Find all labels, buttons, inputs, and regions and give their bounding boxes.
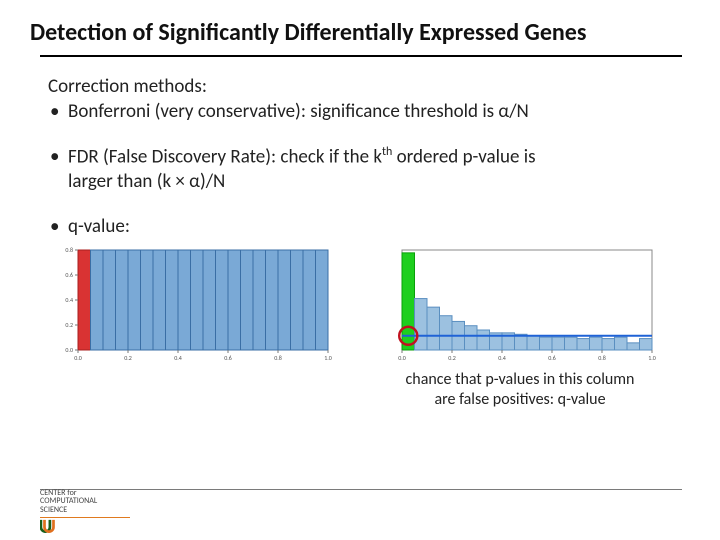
svg-text:0.4: 0.4 — [498, 354, 506, 362]
svg-text:1.0: 1.0 — [324, 354, 332, 362]
bullet-bonferroni: Bonferroni (very conservative): signific… — [48, 100, 672, 123]
svg-text:0.0: 0.0 — [65, 346, 73, 354]
svg-text:0.8: 0.8 — [65, 246, 73, 254]
svg-text:0.2: 0.2 — [124, 354, 132, 362]
svg-text:0.4: 0.4 — [65, 296, 73, 304]
correction-methods-label: Correction methods: — [48, 75, 672, 98]
chart-caption: chance that p-values in this column are … — [368, 370, 672, 410]
chart-left-uniform: 0.0 0.2 0.4 0.6 0.8 1.0 0.0 0.2 0.4 0.6 0.8 — [54, 244, 334, 364]
slide-title: Detection of Significantly Differentiall… — [0, 0, 720, 53]
svg-text:0.8: 0.8 — [274, 354, 282, 362]
svg-text:0.2: 0.2 — [65, 321, 73, 329]
footer-orange-rule — [40, 517, 130, 518]
svg-text:0.0: 0.0 — [398, 354, 406, 362]
chart-right-skewed: 0.0 0.2 0.4 0.6 0.8 1.0 — [378, 244, 658, 364]
bonferroni-text-pre: Bonferroni (very conservative): signific… — [68, 100, 498, 123]
fdr-text-mid: ordered p-value is — [392, 145, 535, 168]
svg-text:0.6: 0.6 — [224, 354, 232, 362]
footer-sci-label: SCIENCE — [40, 506, 130, 515]
chart-row: 0.0 0.2 0.4 0.6 0.8 1.0 0.0 0.2 0.4 0.6 0.8 0.0 0.2… — [48, 244, 672, 364]
svg-text:1.0: 1.0 — [648, 354, 656, 362]
footer-divider — [40, 489, 682, 490]
u-logo-icon — [40, 519, 58, 533]
bullet-qvalue: q-value: — [48, 215, 672, 238]
fdr-text-pre: FDR (False Discovery Rate): check if the… — [68, 145, 382, 168]
bullet-fdr-line2: larger than (k × α)/N — [48, 170, 672, 193]
svg-text:0.8: 0.8 — [598, 354, 606, 362]
alpha-symbol: α — [498, 100, 509, 123]
chart-left-svg: 0.0 0.2 0.4 0.6 0.8 1.0 0.0 0.2 0.4 0.6 0.8 — [54, 244, 334, 364]
svg-text:0.2: 0.2 — [448, 354, 456, 362]
caption-line2: are false positives: q-value — [434, 390, 605, 409]
svg-text:0.6: 0.6 — [548, 354, 556, 362]
svg-text:0.6: 0.6 — [65, 271, 73, 279]
superscript-th: th — [382, 145, 392, 159]
caption-line1: chance that p-values in this column — [406, 370, 635, 389]
chart-right-svg: 0.0 0.2 0.4 0.6 0.8 1.0 — [378, 244, 658, 364]
bullet-fdr: FDR (False Discovery Rate): check if the… — [48, 145, 672, 168]
svg-text:0.4: 0.4 — [174, 354, 182, 362]
svg-text:0.0: 0.0 — [74, 354, 82, 362]
slide-body: Correction methods: Bonferroni (very con… — [0, 57, 720, 410]
bonferroni-text-post: /N — [509, 100, 529, 123]
footer-branding: CENTER for COMPUTATIONAL SCIENCE — [40, 489, 130, 518]
